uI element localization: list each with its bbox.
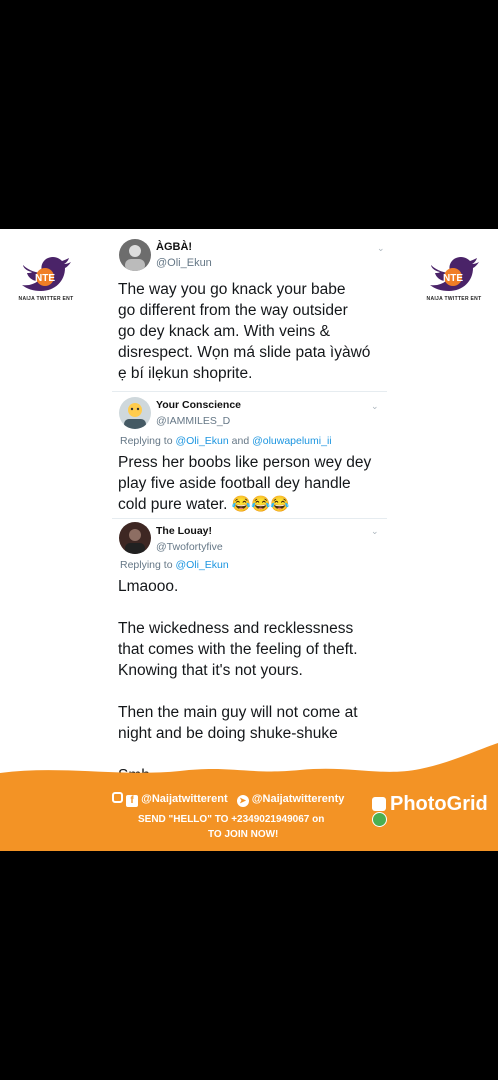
facebook-icon[interactable]: f <box>126 795 139 807</box>
nte-logo-right: NTE NAIJA TWITTER ENT <box>418 251 490 302</box>
reply-prefix: Replying to <box>120 559 176 571</box>
social-row: f @Naijatwitterent ➤ @Naijatwitterenty <box>112 792 344 807</box>
reply-mention[interactable]: @Oli_Ekun <box>175 435 228 447</box>
telegram-icon[interactable]: ➤ <box>236 795 249 807</box>
tweet-author-handle[interactable]: @Oli_Ekun <box>156 257 212 269</box>
tweet-author-handle[interactable]: @IAMMILES_D <box>156 415 230 427</box>
divider <box>112 518 387 519</box>
divider <box>112 391 387 392</box>
chevron-down-icon[interactable]: ⌄ <box>371 401 379 412</box>
reply-mention[interactable]: @oluwapelumi_ii <box>252 435 332 447</box>
chevron-down-icon[interactable]: ⌄ <box>377 243 385 254</box>
photogrid-watermark: PhotoGrid <box>372 793 488 816</box>
logo-brand-name: NAIJA TWITTER ENT <box>426 296 482 302</box>
tweet-text: The way you go knack your babe go differ… <box>118 281 371 382</box>
replying-to-line: Replying to @Oli_Ekun <box>120 559 229 571</box>
twitter-bird-icon: NTE <box>22 257 71 291</box>
tweet-author-name[interactable]: ÀGBÀ! <box>156 241 192 253</box>
tweet-text: Press her boobs like person wey dey play… <box>118 454 372 513</box>
tweet-author-name[interactable]: Your Conscience <box>156 399 241 411</box>
photogrid-text: PhotoGrid <box>390 793 488 815</box>
tweet-author-name[interactable]: The Louay! <box>156 525 212 537</box>
reply-mention[interactable]: @Oli_Ekun <box>175 559 228 571</box>
cta-line-1: SEND "HELLO" TO +2349021949067 on <box>138 814 325 825</box>
nte-logo-left: NTE NAIJA TWITTER ENT <box>10 251 82 302</box>
social-handle[interactable]: @Naijatwitterenty <box>252 793 345 805</box>
avatar[interactable] <box>119 239 151 271</box>
reply-and: and <box>228 435 253 447</box>
logo-text: NTE <box>35 273 55 284</box>
avatar[interactable] <box>119 397 151 429</box>
cta-line-2: TO JOIN NOW! <box>208 829 279 840</box>
social-handle[interactable]: @Naijatwitterent <box>141 793 228 805</box>
avatar[interactable] <box>119 522 151 554</box>
reply-prefix: Replying to <box>120 435 176 447</box>
twitter-bird-icon: NTE <box>430 257 479 291</box>
tweet-author-handle[interactable]: @Twofortyfive <box>156 541 223 553</box>
photogrid-logo-icon <box>372 797 386 811</box>
chevron-down-icon[interactable]: ⌄ <box>371 526 379 537</box>
instagram-icon[interactable] <box>112 792 123 803</box>
replying-to-line: Replying to @Oli_Ekun and @oluwapelumi_i… <box>120 435 332 447</box>
logo-text: NTE <box>443 273 463 284</box>
logo-brand-name: NAIJA TWITTER ENT <box>18 296 74 302</box>
